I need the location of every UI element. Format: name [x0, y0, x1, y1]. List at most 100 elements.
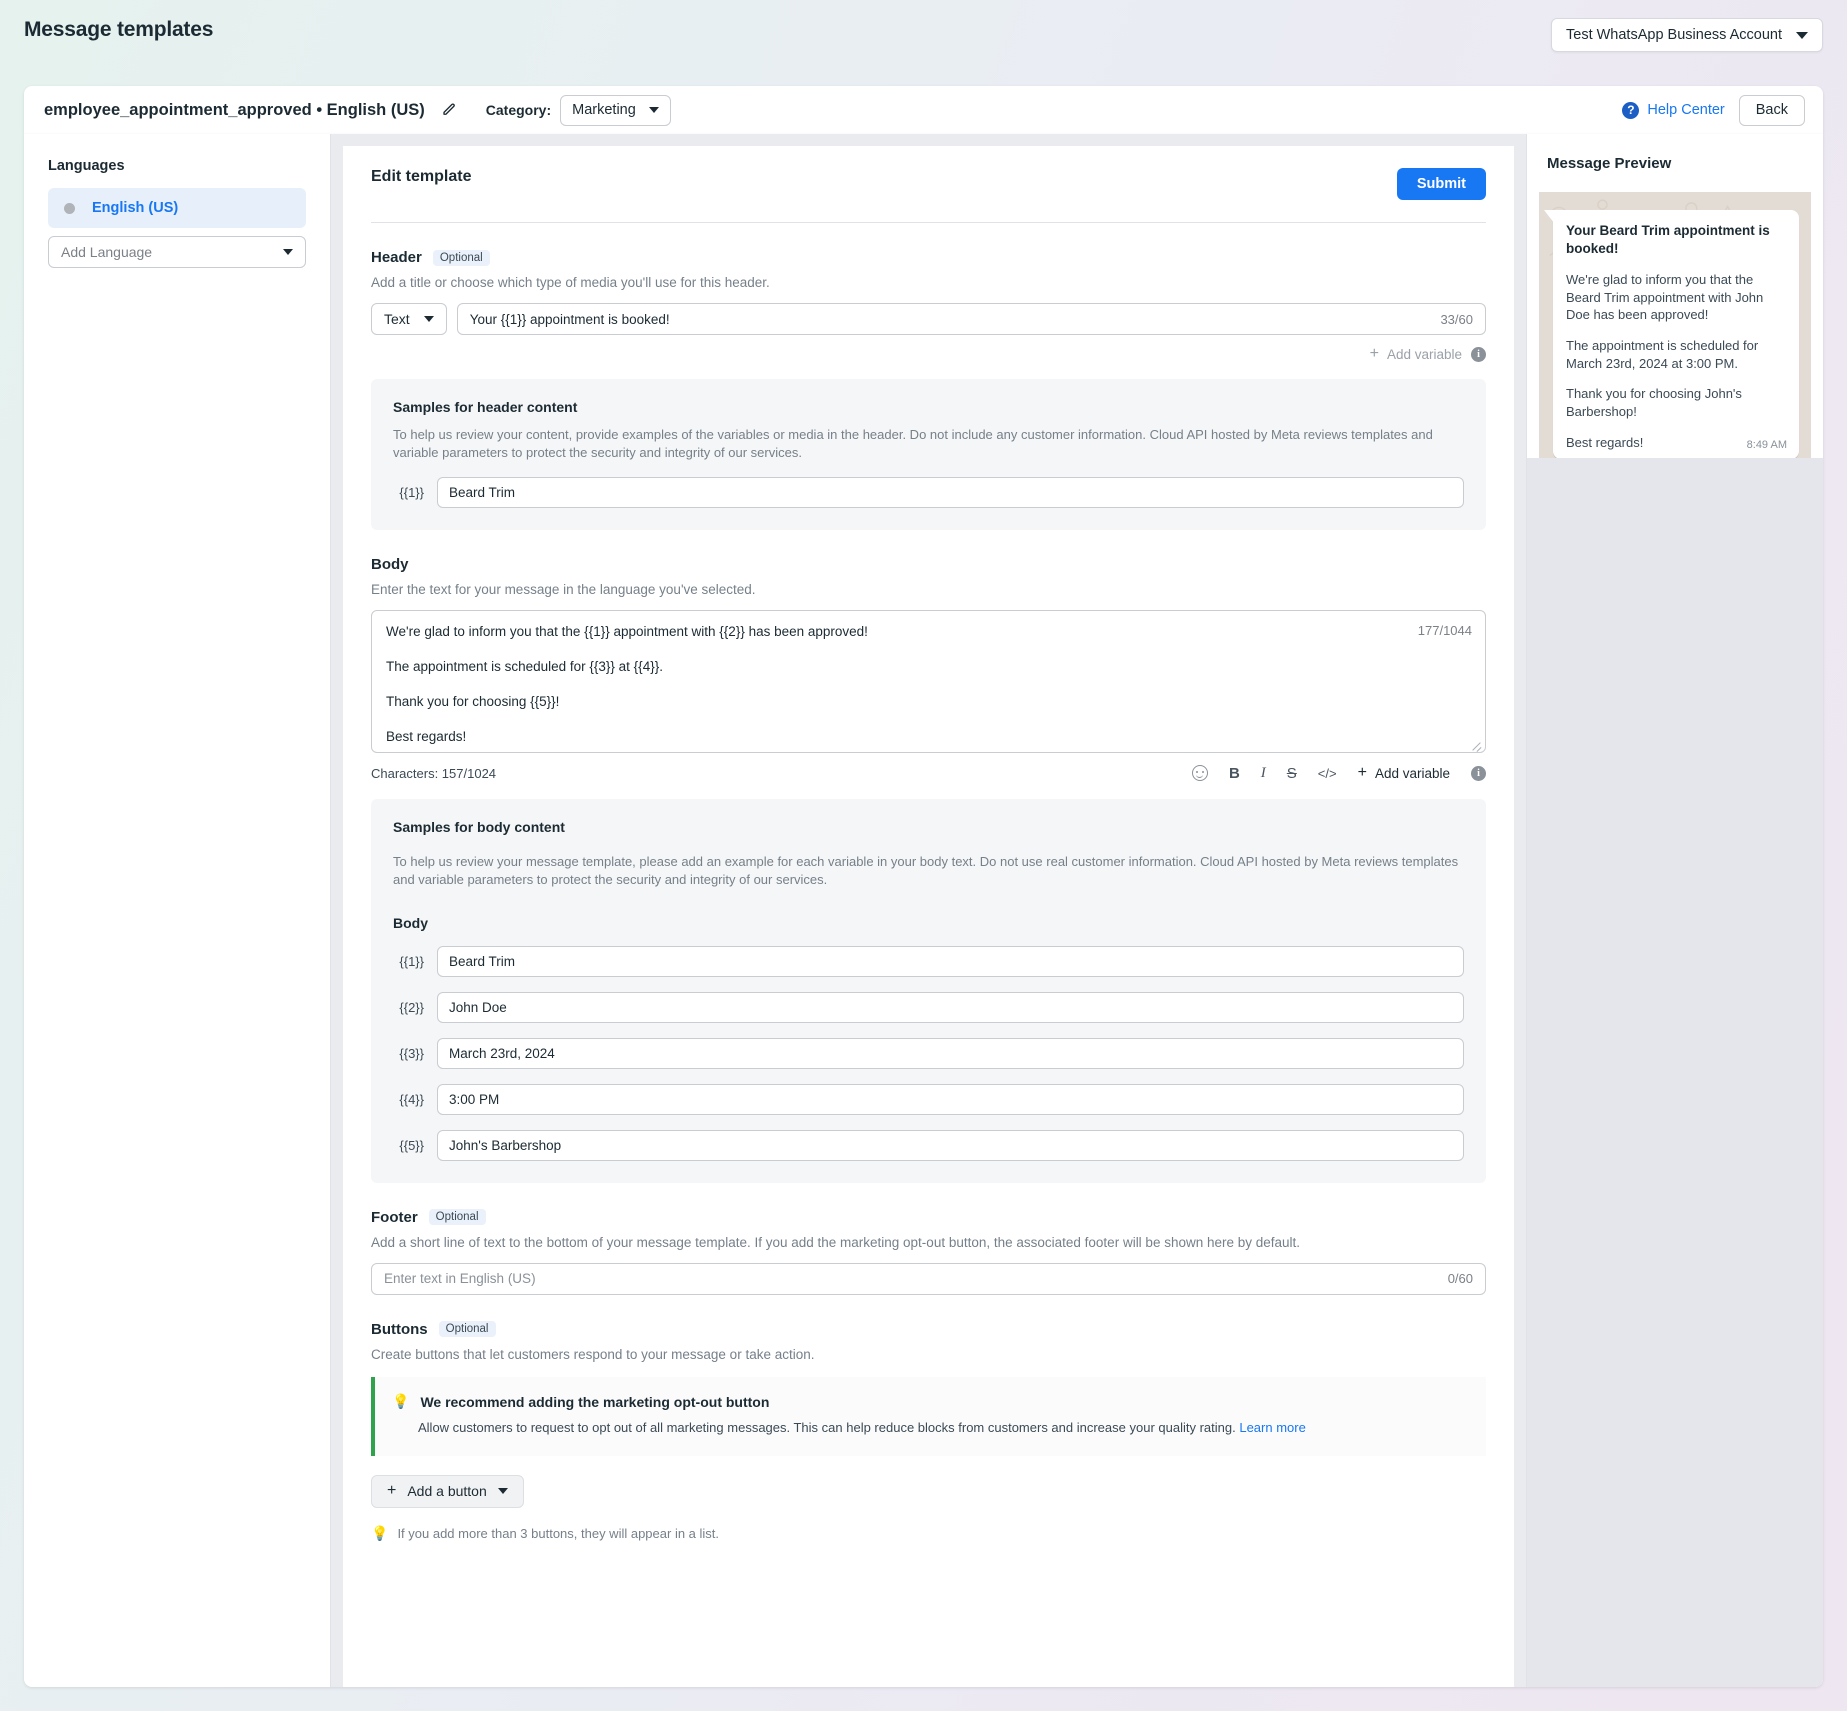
bubble-paragraph: We're glad to inform you that the Beard …: [1566, 271, 1787, 324]
header-samples-panel: Samples for header content To help us re…: [371, 379, 1486, 530]
category-label: Category:: [486, 102, 551, 118]
body-variable-row: {{4}} 3:00 PM: [393, 1084, 1464, 1115]
variable-value: Beard Trim: [449, 954, 515, 969]
message-preview-title: Message Preview: [1527, 134, 1823, 192]
chevron-down-icon: [1796, 32, 1808, 39]
header-text-input[interactable]: Your {{1}} appointment is booked! 33/60: [457, 303, 1486, 335]
bold-icon[interactable]: B: [1229, 765, 1240, 782]
learn-more-link[interactable]: Learn more: [1239, 1420, 1305, 1435]
tip-description: Allow customers to request to opt out of…: [418, 1420, 1236, 1435]
body-samples-description: To help us review your message template,…: [393, 853, 1464, 889]
variable-key: {{4}}: [393, 1092, 424, 1107]
back-button-label: Back: [1756, 102, 1788, 118]
strikethrough-icon[interactable]: S: [1287, 765, 1297, 782]
italic-icon[interactable]: I: [1261, 765, 1266, 782]
lightbulb-icon: 💡: [371, 1526, 388, 1541]
footer-char-counter: 0/60: [1448, 1271, 1473, 1286]
header-samples-description: To help us review your content, provide …: [393, 426, 1464, 462]
status-dot-icon: [64, 203, 75, 214]
header-section-description: Add a title or choose which type of medi…: [371, 275, 1486, 290]
footer-text-input[interactable]: Enter text in English (US) 0/60: [371, 1263, 1486, 1295]
bubble-paragraph: The appointment is scheduled for March 2…: [1566, 337, 1787, 372]
body-samples-panel: Samples for body content To help us revi…: [371, 799, 1486, 1183]
header-variable-row: {{1}} Beard Trim: [393, 477, 1464, 508]
variable-value: John Doe: [449, 1000, 507, 1015]
emoji-icon[interactable]: [1192, 765, 1208, 781]
help-center-link[interactable]: ? Help Center: [1622, 102, 1724, 119]
main-content: Languages English (US) Add Language Edit…: [24, 134, 1823, 1687]
body-variable-input[interactable]: John Doe: [437, 992, 1464, 1023]
business-account-label: Test WhatsApp Business Account: [1566, 27, 1782, 43]
variable-key: {{1}}: [393, 954, 424, 969]
header-add-variable-label: Add variable: [1387, 347, 1462, 362]
buttons-hint: If you add more than 3 buttons, they wil…: [397, 1526, 719, 1541]
body-section-description: Enter the text for your message in the l…: [371, 582, 1486, 597]
buttons-optional-badge: Optional: [439, 1321, 496, 1337]
header-char-counter: 33/60: [1440, 312, 1473, 327]
add-language-select[interactable]: Add Language: [48, 236, 306, 268]
body-characters-count: Characters: 157/1024: [371, 766, 496, 781]
category-value: Marketing: [572, 102, 636, 118]
body-line: We're glad to inform you that the {{1}} …: [386, 624, 1471, 639]
header-section-title: Header: [371, 249, 422, 266]
header-optional-badge: Optional: [433, 250, 490, 266]
body-add-variable-label: Add variable: [1375, 766, 1450, 781]
help-center-label: Help Center: [1647, 102, 1724, 118]
body-add-variable-button[interactable]: + Add variable: [1358, 765, 1450, 781]
edit-template-column: Edit template Submit Header Optional Add…: [331, 134, 1526, 1687]
sidebar-item-english-us[interactable]: English (US): [48, 188, 306, 228]
preview-message-bubble: Your Beard Trim appointment is booked! W…: [1553, 210, 1799, 458]
footer-optional-badge: Optional: [429, 1209, 486, 1225]
buttons-section-title: Buttons: [371, 1321, 428, 1338]
chevron-down-icon: [498, 1488, 508, 1494]
preview-canvas: Your Beard Trim appointment is booked! W…: [1539, 192, 1811, 458]
business-account-selector[interactable]: Test WhatsApp Business Account: [1551, 18, 1823, 52]
back-button[interactable]: Back: [1739, 95, 1805, 126]
info-icon[interactable]: i: [1471, 347, 1486, 362]
divider: [371, 222, 1486, 223]
body-samples-title: Samples for body content: [393, 819, 1464, 835]
header-type-value: Text: [384, 311, 410, 327]
variable-key: {{3}}: [393, 1046, 424, 1061]
template-name: employee_appointment_approved • English …: [44, 101, 425, 120]
pencil-icon[interactable]: [441, 103, 456, 118]
body-section: Body Enter the text for your message in …: [343, 556, 1514, 1183]
add-a-button-button[interactable]: + Add a button: [371, 1475, 524, 1508]
question-mark-icon: ?: [1622, 102, 1639, 119]
bubble-paragraph: Thank you for choosing John's Barbershop…: [1566, 385, 1787, 420]
variable-value: Beard Trim: [449, 485, 515, 500]
header-type-dropdown[interactable]: Text: [371, 303, 447, 335]
category-dropdown[interactable]: Marketing: [560, 95, 671, 126]
body-variable-input[interactable]: John's Barbershop: [437, 1130, 1464, 1161]
resize-handle-icon[interactable]: [1472, 739, 1482, 749]
body-variable-row: {{2}} John Doe: [393, 992, 1464, 1023]
body-variable-input[interactable]: March 23rd, 2024: [437, 1038, 1464, 1069]
variable-key: {{1}}: [393, 485, 424, 500]
body-samples-subhead: Body: [393, 915, 1464, 931]
body-variable-input[interactable]: Beard Trim: [437, 946, 1464, 977]
header-text-value: Your {{1}} appointment is booked!: [470, 312, 670, 327]
variable-key: {{5}}: [393, 1138, 424, 1153]
code-icon[interactable]: </>: [1318, 766, 1337, 781]
body-variable-input[interactable]: 3:00 PM: [437, 1084, 1464, 1115]
chevron-down-icon: [283, 249, 293, 255]
variable-value: John's Barbershop: [449, 1138, 561, 1153]
languages-heading: Languages: [48, 158, 306, 174]
body-textarea[interactable]: 177/1044 We're glad to inform you that t…: [371, 610, 1486, 753]
header-add-variable-button[interactable]: + Add variable: [1370, 346, 1462, 362]
add-language-placeholder: Add Language: [61, 244, 152, 260]
submit-button[interactable]: Submit: [1397, 168, 1486, 200]
preview-empty-area: [1527, 458, 1823, 1687]
footer-section-description: Add a short line of text to the bottom o…: [371, 1235, 1486, 1250]
body-char-counter: 177/1044: [1418, 623, 1472, 638]
page-title: Message templates: [24, 18, 213, 42]
footer-section-title: Footer: [371, 1209, 418, 1226]
edit-template-heading: Edit template: [371, 168, 471, 186]
variable-key: {{2}}: [393, 1000, 424, 1015]
message-preview-panel: Message Preview: [1526, 134, 1823, 1687]
body-variable-row: {{3}} March 23rd, 2024: [393, 1038, 1464, 1069]
header-variable-input[interactable]: Beard Trim: [437, 477, 1464, 508]
info-icon[interactable]: i: [1471, 766, 1486, 781]
add-a-button-label: Add a button: [407, 1483, 486, 1499]
opt-out-recommendation-banner: 💡 We recommend adding the marketing opt-…: [371, 1377, 1486, 1456]
